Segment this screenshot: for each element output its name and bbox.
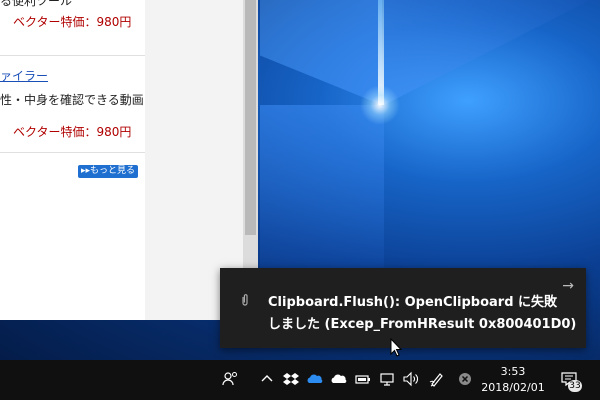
chevron-up-icon[interactable] [258,370,276,388]
wallpaper-glow [360,85,400,125]
onedrive-icon[interactable] [306,370,324,388]
item-price: ベクター特価：980円 [13,15,132,29]
wallpaper-light-pane [384,0,600,105]
arrow-right-icon[interactable]: → [562,278,574,294]
onedrive-personal-icon[interactable] [330,370,348,388]
network-icon[interactable] [378,370,396,388]
item-description: 性・中身を確認できる動画 [0,93,144,107]
taskbar-clock[interactable]: 3:53 2018/02/01 [478,364,548,396]
taskbar: 3:53 2018/02/01 33 [0,360,600,400]
item-price: ベクター特価：980円 [13,125,132,139]
toast-notification[interactable]: Clipboard.Flush(): OpenClipboard に失敗 しまし… [220,268,586,348]
toast-message-line2: しました (Excep_FromHResult 0x800401D0) [268,317,577,332]
scrollbar-thumb[interactable] [245,0,256,235]
volume-icon[interactable] [402,370,420,388]
page-content: る便利ツール ベクター特価：980円 ァイラー 性・中身を確認できる動画 ベクタ… [0,0,145,320]
mouse-cursor-icon [390,338,403,357]
dropbox-icon[interactable] [282,370,300,388]
battery-icon[interactable] [354,370,372,388]
wallpaper-light-pane [260,105,384,275]
people-icon[interactable] [222,370,240,388]
paperclip-icon [240,294,252,306]
notification-count-badge: 33 [568,380,582,392]
clock-time: 3:53 [500,365,526,378]
close-circle-icon[interactable] [456,370,474,388]
wallpaper-light-pane [260,0,382,105]
pen-icon[interactable] [428,370,446,388]
clock-date: 2018/02/01 [481,381,545,394]
divider [0,152,145,153]
more-button[interactable]: ▸▸もっと見る [78,165,139,178]
item-title[interactable]: る便利ツール [0,0,72,9]
divider [0,55,145,56]
toast-message-line1: Clipboard.Flush(): OpenClipboard に失敗 [268,295,558,310]
item-title-link[interactable]: ァイラー [0,67,48,84]
